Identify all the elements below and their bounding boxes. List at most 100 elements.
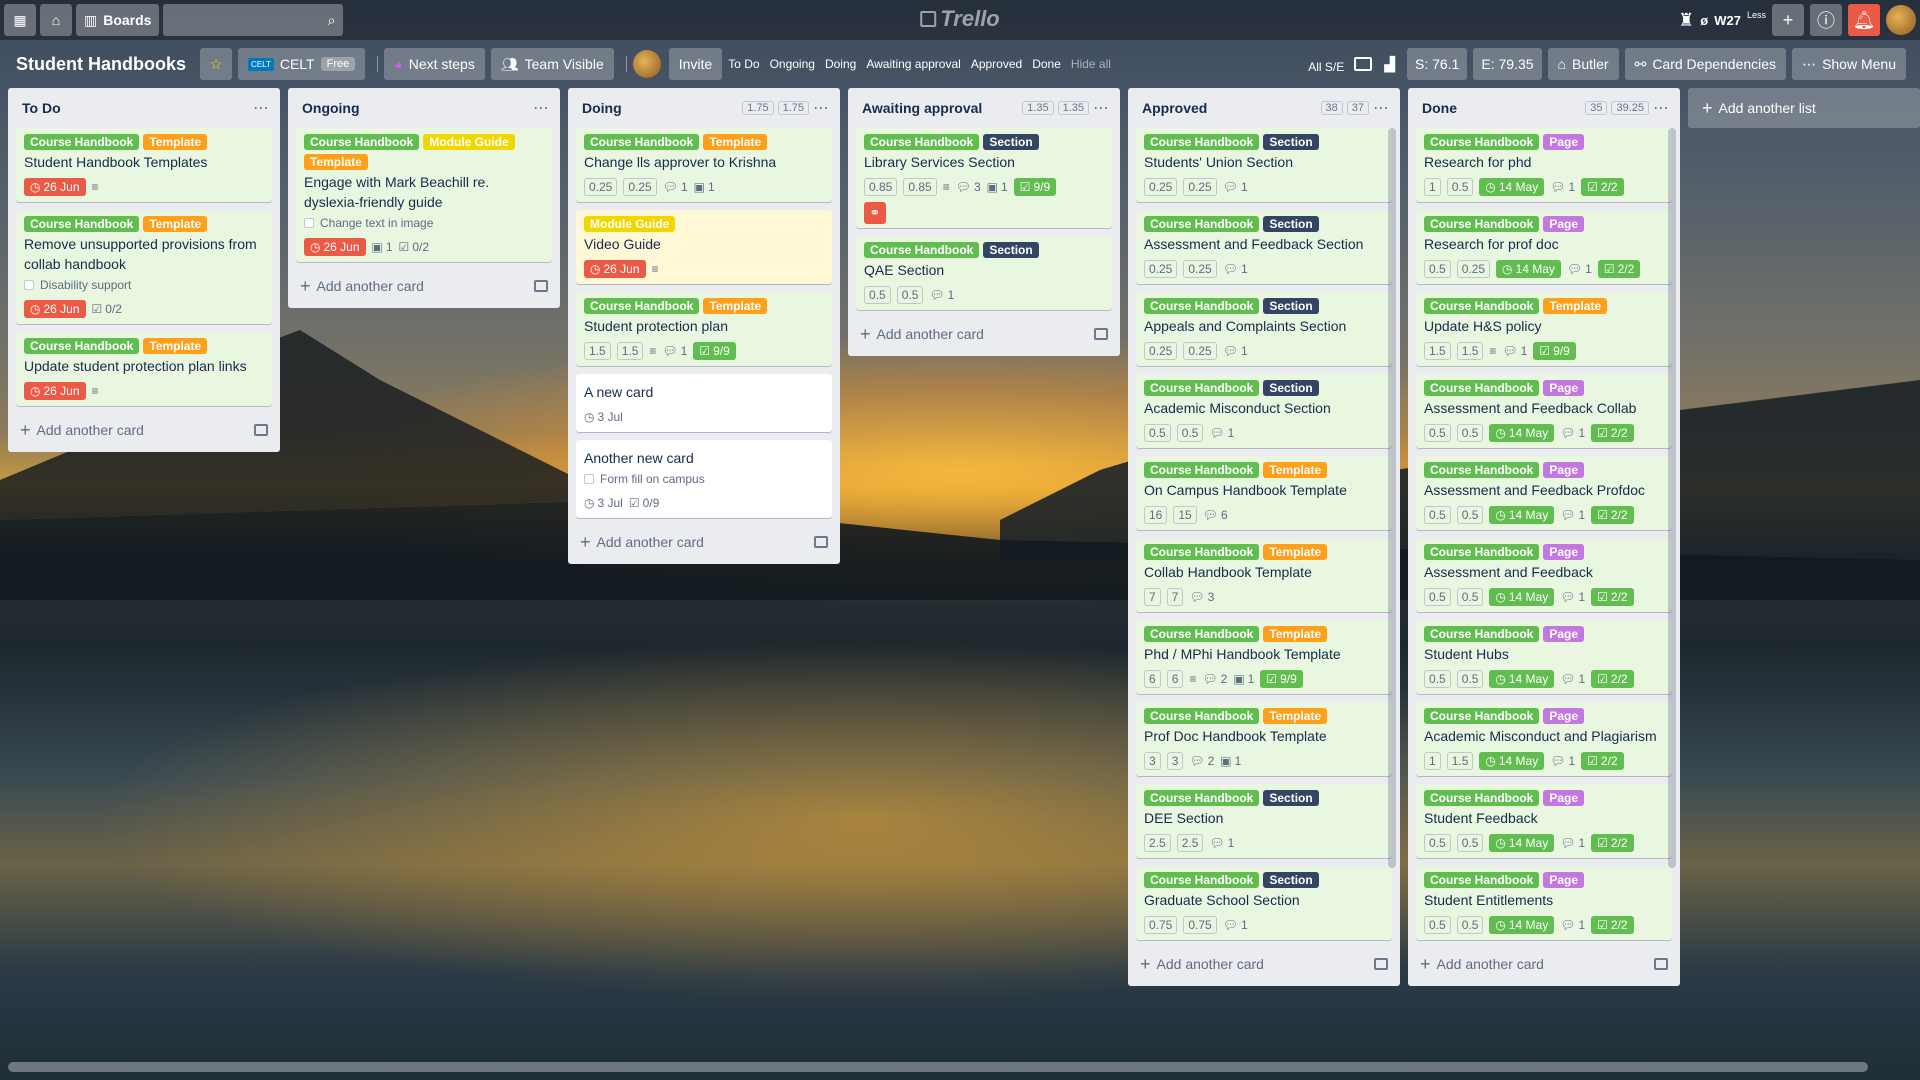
card[interactable]: Course Handbook Page Student Feedback 0.5 0.… bbox=[1416, 784, 1672, 858]
visibility-button[interactable]: 👥︎ Team Visible bbox=[490, 48, 614, 80]
label-course-handbook[interactable]: Course Handbook bbox=[1424, 544, 1540, 560]
label-page[interactable]: Page bbox=[1543, 380, 1585, 396]
card[interactable]: A new card ◷ 3 Jul bbox=[576, 374, 832, 432]
card[interactable]: Course Handbook Template Phd / MPhi Handbo… bbox=[1136, 620, 1392, 694]
card[interactable]: Course Handbook Template Change lls approv… bbox=[576, 128, 832, 202]
add-card-button[interactable]: + Add another card bbox=[288, 270, 560, 302]
label-course-handbook[interactable]: Course Handbook bbox=[1424, 462, 1540, 478]
search-input[interactable]: ⌕ bbox=[163, 4, 344, 36]
card[interactable]: Course Handbook Page Assessment and Feedba… bbox=[1416, 538, 1672, 612]
label-template[interactable]: Template bbox=[1543, 298, 1608, 314]
due-date-badge[interactable]: ◷ 14 May bbox=[1479, 752, 1545, 770]
all-se-toggle[interactable]: All S/E bbox=[1308, 60, 1344, 74]
card[interactable]: Course Handbook Section Library Services S… bbox=[856, 128, 1112, 228]
label-course-handbook[interactable]: Course Handbook bbox=[24, 134, 140, 150]
label-course-handbook[interactable]: Course Handbook bbox=[1144, 380, 1260, 396]
card[interactable]: Course Handbook Template Collab Handbook T… bbox=[1136, 538, 1392, 612]
card-template-icon[interactable] bbox=[1094, 328, 1108, 340]
card[interactable]: Course Handbook Page Assessment and Feedba… bbox=[1416, 456, 1672, 530]
card[interactable]: Course Handbook Section Students' Union Se… bbox=[1136, 128, 1392, 202]
label-course-handbook[interactable]: Course Handbook bbox=[1424, 708, 1540, 724]
due-date-badge[interactable]: ◷ 14 May bbox=[1489, 588, 1555, 606]
apps-grid-button[interactable]: ▦ bbox=[4, 4, 36, 36]
label-course-handbook[interactable]: Course Handbook bbox=[24, 216, 140, 232]
label-section[interactable]: Section bbox=[1263, 790, 1319, 806]
list-title[interactable]: Doing bbox=[582, 100, 742, 116]
label-course-handbook[interactable]: Course Handbook bbox=[1144, 544, 1260, 560]
label-template[interactable]: Template bbox=[143, 338, 208, 354]
label-page[interactable]: Page bbox=[1543, 790, 1585, 806]
more-icon[interactable]: ⋯ bbox=[533, 98, 550, 118]
label-course-handbook[interactable]: Course Handbook bbox=[1144, 216, 1260, 232]
due-date-badge[interactable]: ◷ 26 Jun bbox=[304, 238, 366, 256]
due-date-badge[interactable]: ◷ 14 May bbox=[1489, 916, 1555, 934]
due-date-badge[interactable]: ◷ 14 May bbox=[1489, 834, 1555, 852]
label-template[interactable]: Template bbox=[1263, 544, 1328, 560]
checkbox[interactable] bbox=[24, 280, 34, 290]
label-course-handbook[interactable]: Course Handbook bbox=[1424, 872, 1540, 888]
list-title[interactable]: Awaiting approval bbox=[862, 100, 1022, 116]
calendar-icon[interactable] bbox=[1354, 57, 1373, 71]
label-section[interactable]: Section bbox=[1263, 298, 1319, 314]
custom-icon[interactable]: ♜ bbox=[1678, 10, 1694, 31]
label-module-guide[interactable]: Module Guide bbox=[584, 216, 676, 232]
label-template[interactable]: Template bbox=[304, 154, 368, 170]
list-header[interactable]: Approved 38 37 ⋯ bbox=[1128, 88, 1400, 128]
label-module-guide[interactable]: Module Guide bbox=[423, 134, 515, 150]
add-card-button[interactable]: + Add another card bbox=[1408, 948, 1680, 980]
card[interactable]: Course Handbook Template Update student pr… bbox=[16, 332, 272, 406]
butler-button[interactable]: ⌂ Butler bbox=[1547, 48, 1619, 80]
label-template[interactable]: Template bbox=[703, 134, 768, 150]
list-title[interactable]: To Do bbox=[22, 100, 253, 116]
add-card-button[interactable]: + Add another card bbox=[8, 414, 280, 446]
due-date-badge[interactable]: ◷ 14 May bbox=[1489, 506, 1555, 524]
due-date-badge[interactable]: ◷ 26 Jun bbox=[24, 300, 86, 318]
quick-link-done[interactable]: Done bbox=[1032, 57, 1061, 71]
show-menu-button[interactable]: ⋯ Show Menu bbox=[1792, 48, 1906, 80]
add-card-button[interactable]: + Add another card bbox=[568, 526, 840, 558]
quick-link-doing[interactable]: Doing bbox=[825, 57, 856, 71]
board-title[interactable]: Student Handbooks bbox=[16, 54, 186, 75]
checkbox[interactable] bbox=[584, 474, 594, 484]
label-course-handbook[interactable]: Course Handbook bbox=[1144, 626, 1260, 642]
due-date-badge[interactable]: ◷ 14 May bbox=[1489, 424, 1555, 442]
card[interactable]: Course Handbook Page Research for phd 1 0.5 ◷… bbox=[1416, 128, 1672, 202]
card-dependencies-button[interactable]: ⚯ Card Dependencies bbox=[1624, 48, 1787, 80]
list-header[interactable]: Awaiting approval 1.35 1.35 ⋯ bbox=[848, 88, 1120, 128]
invite-button[interactable]: Invite bbox=[668, 48, 723, 80]
checkbox[interactable] bbox=[304, 218, 314, 228]
due-date-badge[interactable]: ◷ 3 Jul bbox=[584, 496, 623, 510]
label-course-handbook[interactable]: Course Handbook bbox=[1144, 462, 1260, 478]
member-avatar[interactable] bbox=[632, 50, 661, 78]
label-course-handbook[interactable]: Course Handbook bbox=[1424, 298, 1540, 314]
label-course-handbook[interactable]: Course Handbook bbox=[24, 338, 140, 354]
card-template-icon[interactable] bbox=[1654, 958, 1668, 970]
list-header[interactable]: Doing 1.75 1.75 ⋯ bbox=[568, 88, 840, 128]
more-icon[interactable]: ⋯ bbox=[253, 98, 270, 118]
list-header[interactable]: Ongoing ⋯ bbox=[288, 88, 560, 128]
card[interactable]: Course Handbook Page Student Hubs 0.5 0.5 ◷ 14… bbox=[1416, 620, 1672, 694]
team-button[interactable]: CELT CELT Free bbox=[238, 48, 366, 80]
more-icon[interactable]: ⋯ bbox=[1373, 98, 1390, 118]
card[interactable]: Course Handbook Module Guide Template Engag… bbox=[296, 128, 552, 262]
due-date-badge[interactable]: ◷ 26 Jun bbox=[24, 178, 86, 196]
due-date-badge[interactable]: ◷ 26 Jun bbox=[584, 260, 646, 278]
card[interactable]: Course Handbook Section Academic Misconduc… bbox=[1136, 374, 1392, 448]
due-date-badge[interactable]: ◷ 14 May bbox=[1496, 260, 1561, 278]
list-title[interactable]: Ongoing bbox=[302, 100, 533, 116]
label-course-handbook[interactable]: Course Handbook bbox=[304, 134, 420, 150]
due-date-badge[interactable]: ◷ 26 Jun bbox=[24, 382, 86, 400]
label-template[interactable]: Template bbox=[1263, 708, 1328, 724]
more-icon[interactable]: ⋯ bbox=[813, 98, 830, 118]
approved-scrollbar[interactable] bbox=[1388, 128, 1396, 868]
label-course-handbook[interactable]: Course Handbook bbox=[1424, 216, 1540, 232]
week-less-label[interactable]: Less bbox=[1747, 10, 1766, 20]
add-list-button[interactable]: + Add another list bbox=[1688, 88, 1920, 128]
due-date-badge[interactable]: ◷ 3 Jul bbox=[584, 410, 623, 424]
label-page[interactable]: Page bbox=[1543, 134, 1585, 150]
quick-link-todo[interactable]: To Do bbox=[728, 57, 759, 71]
label-course-handbook[interactable]: Course Handbook bbox=[1424, 380, 1540, 396]
star-button[interactable]: ☆ bbox=[200, 48, 232, 80]
info-button[interactable]: ⓘ bbox=[1810, 4, 1842, 36]
card[interactable]: Course Handbook Section Graduate School Se… bbox=[1136, 866, 1392, 940]
